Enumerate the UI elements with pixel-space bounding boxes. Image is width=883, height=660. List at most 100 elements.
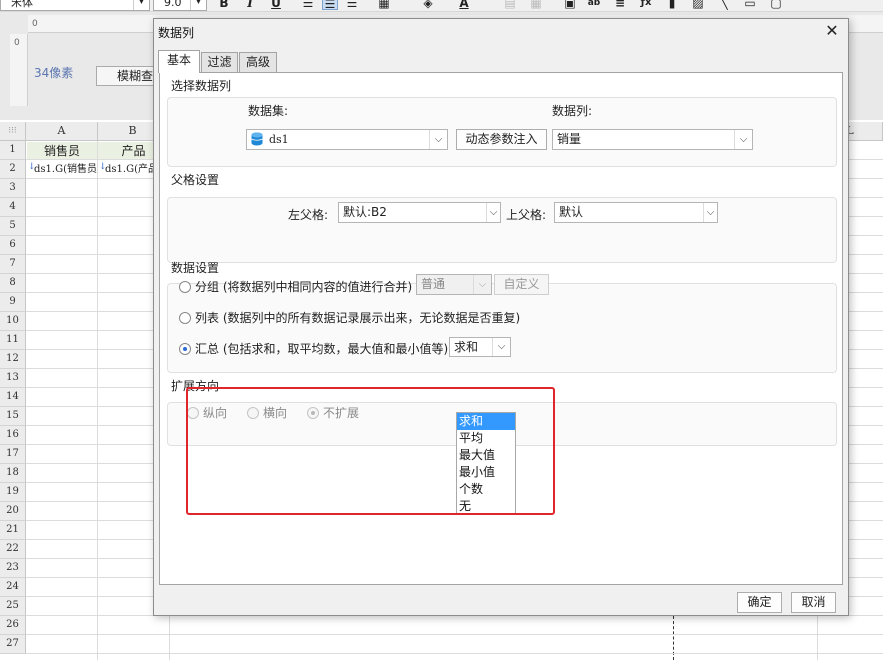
option-none[interactable]: 无 <box>457 498 515 515</box>
data-column-select[interactable]: 销量 ⌵ <box>552 129 753 150</box>
group-radio[interactable] <box>179 281 191 293</box>
select-all-corner[interactable]: ⁝⁝⁝ <box>0 122 26 141</box>
fuzzy-query-button[interactable]: 模糊查询 <box>96 66 160 86</box>
dynamic-param-button[interactable]: 动态参数注入 <box>456 129 547 150</box>
font-name-select[interactable]: 宋体 ▼ <box>0 0 150 11</box>
merge-cells-icon[interactable]: ▤ <box>502 0 518 10</box>
option-min[interactable]: 最小值 <box>457 464 515 481</box>
row-gridline <box>26 653 883 654</box>
data-settings-group <box>167 283 837 373</box>
chevron-down-icon[interactable]: ⌵ <box>703 203 717 222</box>
row-header[interactable]: 1 <box>0 141 26 160</box>
row-header[interactable]: 11 <box>0 331 26 350</box>
align-left-icon[interactable]: ☰ <box>300 0 316 10</box>
column-header-a[interactable]: A <box>26 122 98 141</box>
horizontal-radio[interactable] <box>247 407 259 419</box>
summary-options-list[interactable]: 求和 平均 最大值 最小值 个数 无 <box>456 412 516 514</box>
option-average[interactable]: 平均 <box>457 430 515 447</box>
dataset-value: ds1 <box>269 133 289 146</box>
tab-filter[interactable]: 过滤 <box>201 52 238 72</box>
row-header[interactable]: 21 <box>0 521 26 540</box>
insert-table-icon[interactable]: ▣ <box>562 0 578 10</box>
summary-select[interactable]: 求和 ⌵ <box>449 337 511 357</box>
font-color-icon[interactable]: A <box>456 0 472 10</box>
expand-down-icon: ↓ <box>99 162 107 172</box>
custom-button[interactable]: 自定义 <box>494 274 549 295</box>
sub-report-icon[interactable]: ▭ <box>742 0 758 10</box>
format-toolbar: 宋体 ▼ 9.0 ▼ B I U ☰ ☰ ☰ ▦ ◈ A ▤ ▦ ▣ ab ≡ … <box>0 0 883 12</box>
row-header[interactable]: 5 <box>0 217 26 236</box>
vertical-radio[interactable] <box>187 407 199 419</box>
tab-basic[interactable]: 基本 <box>158 50 200 73</box>
row-header[interactable]: 13 <box>0 369 26 388</box>
italic-button[interactable]: I <box>242 0 258 10</box>
row-header[interactable]: 27 <box>0 635 26 654</box>
row-header[interactable]: 7 <box>0 255 26 274</box>
fill-color-icon[interactable]: ◈ <box>420 0 436 10</box>
row-header[interactable]: 23 <box>0 559 26 578</box>
bar-chart-icon[interactable]: ▮ <box>664 0 680 10</box>
parent-cell-group <box>167 197 837 263</box>
cell-a1[interactable]: 销售员 <box>27 142 97 160</box>
row-header[interactable]: 14 <box>0 388 26 407</box>
expand-down-icon: ↓ <box>28 162 36 172</box>
font-size-select[interactable]: 9.0 ▼ <box>153 0 207 11</box>
left-parent-select[interactable]: 默认:B2 ⌵ <box>338 202 501 223</box>
group-mode-select[interactable]: 普通 ⌵ <box>416 274 492 295</box>
row-header[interactable]: 2 <box>0 160 26 179</box>
row-header[interactable]: 25 <box>0 597 26 616</box>
formula-icon[interactable]: ƒx <box>638 0 654 10</box>
tab-advanced[interactable]: 高级 <box>239 52 277 72</box>
option-count[interactable]: 个数 <box>457 481 515 498</box>
option-max[interactable]: 最大值 <box>457 447 515 464</box>
chevron-down-icon[interactable]: ⌵ <box>429 130 447 149</box>
image-icon[interactable]: ▨ <box>690 0 706 10</box>
row-header[interactable]: 26 <box>0 616 26 635</box>
top-parent-value: 默认 <box>559 205 584 219</box>
close-icon[interactable]: ✕ <box>824 22 840 40</box>
summary-radio[interactable] <box>179 343 191 355</box>
row-header[interactable]: 3 <box>0 179 26 198</box>
left-parent-value: 默认:B2 <box>343 205 387 219</box>
underline-button[interactable]: U <box>268 0 284 10</box>
slash-icon[interactable]: ╲ <box>716 0 732 10</box>
row-header[interactable]: 20 <box>0 502 26 521</box>
row-header[interactable]: 22 <box>0 540 26 559</box>
chevron-down-icon[interactable]: ⌵ <box>486 203 500 222</box>
group-option-label[interactable]: 分组 (将数据列中相同内容的值进行合并) <box>195 278 412 295</box>
widget-icon[interactable]: ▢ <box>768 0 784 10</box>
cell-a2[interactable]: ↓ ds1.G(销售员) <box>27 161 97 179</box>
list-option-label[interactable]: 列表 (数据列中的所有数据记录展示出来，无论数据是否重复) <box>195 309 520 326</box>
align-right-icon[interactable]: ☰ <box>344 0 360 10</box>
summary-option-label[interactable]: 汇总 (包括求和，取平均数，最大值和最小值等) <box>195 340 448 357</box>
chevron-down-icon[interactable]: ⌵ <box>734 130 752 149</box>
align-center-icon[interactable]: ☰ <box>322 0 338 11</box>
list-radio[interactable] <box>179 312 191 324</box>
top-parent-select[interactable]: 默认 ⌵ <box>554 202 718 223</box>
bold-button[interactable]: B <box>216 0 232 10</box>
row-header[interactable]: 15 <box>0 407 26 426</box>
text-element-icon[interactable]: ab <box>586 0 602 10</box>
border-icon[interactable]: ▦ <box>376 0 392 10</box>
row-header[interactable]: 24 <box>0 578 26 597</box>
ok-button[interactable]: 确定 <box>737 592 782 613</box>
chevron-down-icon[interactable]: ⌵ <box>473 275 491 294</box>
split-cells-icon[interactable]: ▦ <box>528 0 544 10</box>
row-header[interactable]: 17 <box>0 445 26 464</box>
cancel-button[interactable]: 取消 <box>791 592 836 613</box>
option-sum[interactable]: 求和 <box>457 413 515 430</box>
no-expand-radio[interactable] <box>307 407 319 419</box>
row-header[interactable]: 9 <box>0 293 26 312</box>
row-header[interactable]: 8 <box>0 274 26 293</box>
row-header[interactable]: 6 <box>0 236 26 255</box>
dataset-select[interactable]: ds1 ⌵ <box>246 129 448 150</box>
row-header[interactable]: 19 <box>0 483 26 502</box>
parameter-label[interactable]: 34像素 <box>34 64 73 81</box>
row-header[interactable]: 4 <box>0 198 26 217</box>
row-header[interactable]: 10 <box>0 312 26 331</box>
chevron-down-icon[interactable]: ⌵ <box>492 338 510 356</box>
row-header[interactable]: 18 <box>0 464 26 483</box>
paragraph-icon[interactable]: ≡ <box>612 0 628 10</box>
row-header[interactable]: 12 <box>0 350 26 369</box>
row-header[interactable]: 16 <box>0 426 26 445</box>
